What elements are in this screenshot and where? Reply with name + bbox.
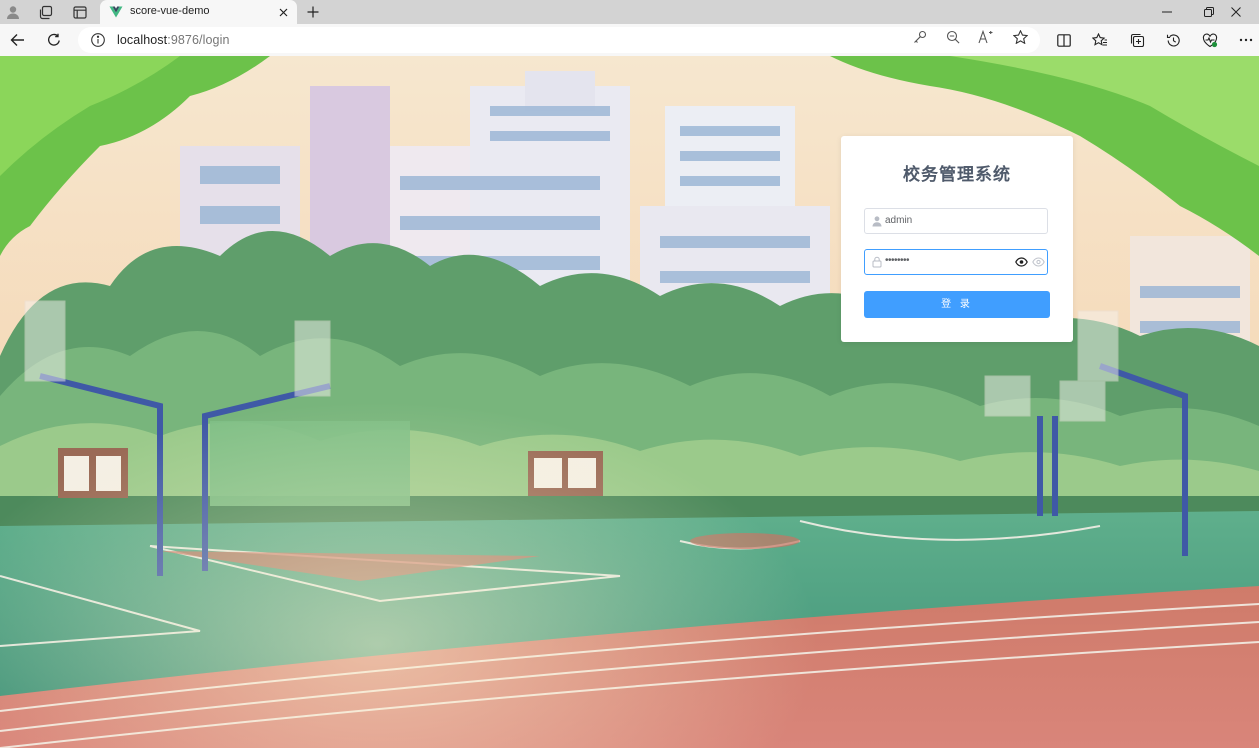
login-page: 校务管理系统 admin •••••••• 登 录 bbox=[0, 56, 1259, 748]
key-icon[interactable] bbox=[909, 28, 931, 46]
lock-icon bbox=[872, 256, 882, 268]
browser-tab[interactable]: score-vue-demo bbox=[100, 0, 297, 24]
collections-icon[interactable] bbox=[1125, 29, 1149, 51]
more-icon[interactable] bbox=[1234, 29, 1258, 51]
password-value: •••••••• bbox=[885, 255, 910, 266]
split-screen-icon[interactable] bbox=[1052, 29, 1076, 51]
zoom-out-icon[interactable] bbox=[942, 28, 964, 46]
username-field[interactable]: admin bbox=[864, 208, 1048, 234]
info-icon[interactable] bbox=[90, 32, 106, 48]
read-aloud-icon[interactable] bbox=[975, 28, 997, 46]
eye-icon[interactable] bbox=[1015, 256, 1028, 268]
url-host: localhost bbox=[117, 33, 168, 47]
close-icon[interactable] bbox=[275, 4, 291, 20]
profile-icon[interactable] bbox=[2, 2, 24, 22]
url-text[interactable]: localhost:9876/login bbox=[117, 33, 230, 47]
workspaces-icon[interactable] bbox=[34, 2, 56, 22]
tab-title: score-vue-demo bbox=[130, 5, 210, 17]
eye-outline-icon[interactable] bbox=[1032, 256, 1045, 268]
login-card: 校务管理系统 admin •••••••• 登 录 bbox=[841, 136, 1073, 342]
star-icon[interactable] bbox=[1009, 28, 1031, 46]
back-arrow-icon[interactable] bbox=[5, 29, 29, 51]
performance-icon[interactable] bbox=[1198, 29, 1222, 51]
login-button[interactable]: 登 录 bbox=[864, 291, 1050, 318]
address-bar[interactable]: localhost:9876/login bbox=[78, 27, 1040, 53]
page-title: 校务管理系统 bbox=[903, 165, 1011, 185]
browser-tab-strip: score-vue-demo bbox=[0, 0, 1259, 24]
history-icon[interactable] bbox=[1161, 29, 1185, 51]
tab-actions-icon[interactable] bbox=[69, 2, 91, 22]
username-value: admin bbox=[885, 215, 913, 226]
plus-icon[interactable] bbox=[303, 2, 323, 22]
browser-toolbar: localhost:9876/login bbox=[0, 24, 1259, 57]
window-close-icon[interactable] bbox=[1213, 0, 1259, 24]
favorites-icon[interactable] bbox=[1088, 29, 1112, 51]
password-field[interactable]: •••••••• bbox=[864, 249, 1048, 275]
refresh-icon[interactable] bbox=[42, 29, 66, 51]
minimize-icon[interactable] bbox=[1144, 0, 1190, 24]
url-path: :9876/login bbox=[167, 33, 230, 47]
vue-favicon-icon bbox=[109, 6, 123, 18]
user-icon bbox=[872, 216, 882, 227]
